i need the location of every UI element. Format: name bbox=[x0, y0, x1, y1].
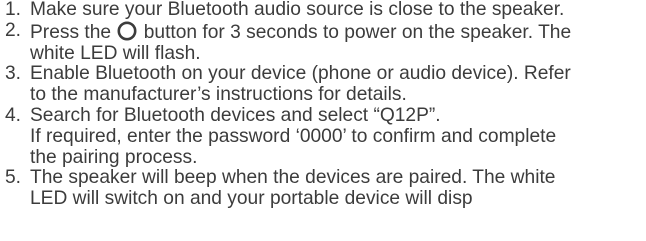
step-text-line: the pairing process. bbox=[30, 146, 198, 168]
step-number: 3. bbox=[5, 63, 22, 85]
step-text-line: white LED will flash. bbox=[30, 42, 201, 64]
step-text-line: LED will switch on and your portable dev… bbox=[30, 188, 473, 210]
step-1: 1. Make sure your Bluetooth audio source… bbox=[0, 0, 646, 21]
power-button-icon bbox=[117, 21, 137, 41]
step-number: 1. bbox=[5, 0, 22, 20]
step-number: 2. bbox=[5, 19, 22, 41]
step-number: 5. bbox=[5, 167, 22, 189]
step-text-line: to the manufacturer’s instructions for d… bbox=[30, 84, 407, 106]
instruction-steps: 1. Make sure your Bluetooth audio source… bbox=[0, 0, 646, 210]
step-text-line: If required, enter the password ‘0000’ t… bbox=[30, 125, 557, 147]
step-number: 4. bbox=[5, 104, 22, 126]
step-text-after-icon: button for 3 seconds to power on the spe… bbox=[143, 21, 572, 43]
step-5: 5. The speaker will beep when the device… bbox=[0, 168, 646, 210]
step-text-line: Make sure your Bluetooth audio source is… bbox=[30, 0, 565, 20]
step-4: 4. Search for Bluetooth devices and sele… bbox=[0, 104, 646, 168]
step-text-line: The speaker will beep when the devices a… bbox=[30, 167, 556, 189]
step-2: 2. Press the button for 3 seconds to pow… bbox=[0, 19, 646, 65]
step-text-line: Press the button for 3 seconds to power … bbox=[30, 21, 646, 44]
step-text-line: Enable Bluetooth on your device (phone o… bbox=[30, 63, 571, 85]
step-text-line: Search for Bluetooth devices and select … bbox=[30, 104, 441, 126]
step-3: 3. Enable Bluetooth on your device (phon… bbox=[0, 64, 646, 106]
step-text-before-icon: Press the bbox=[30, 21, 112, 43]
